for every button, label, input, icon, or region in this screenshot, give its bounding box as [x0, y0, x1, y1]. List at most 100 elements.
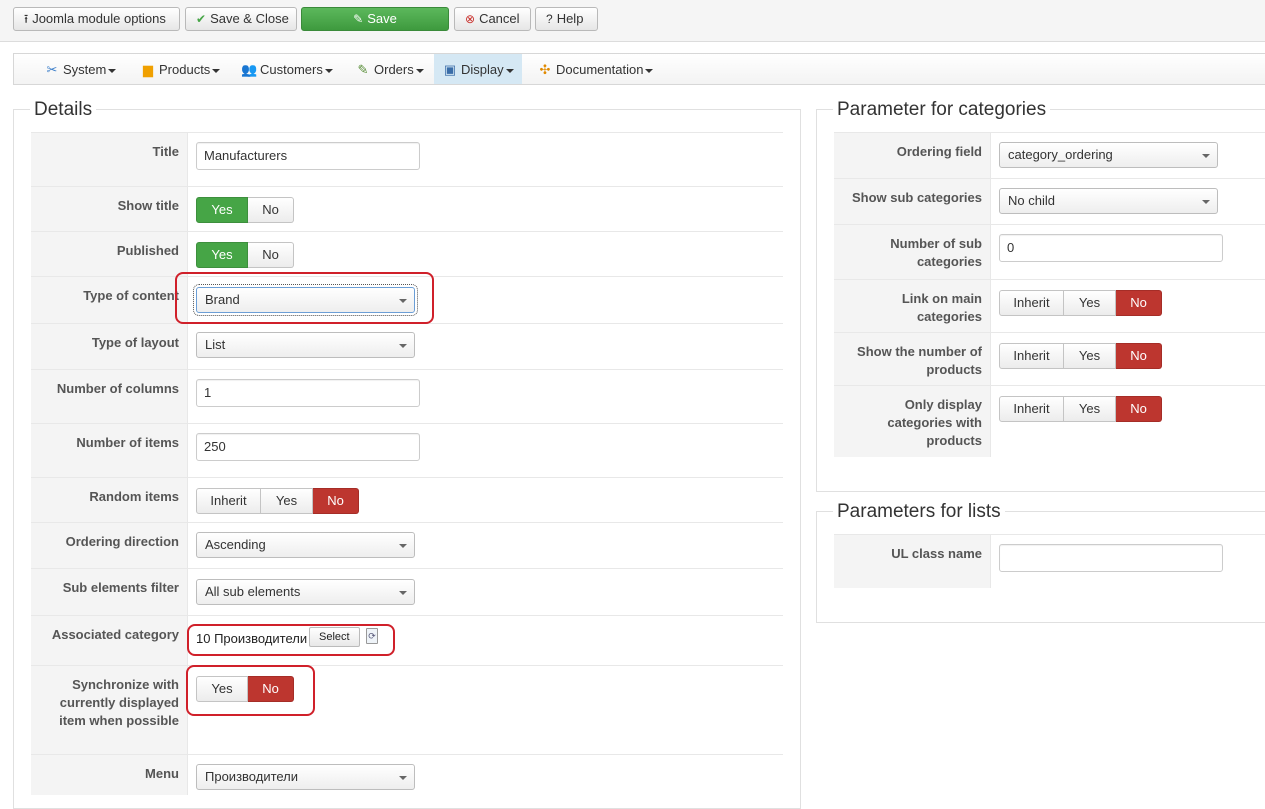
show-title-toggle: Yes No: [196, 197, 294, 223]
title-input[interactable]: Manufacturers: [196, 142, 420, 170]
menu-system[interactable]: ✂ System: [36, 54, 124, 84]
num-sub-input[interactable]: 0: [999, 234, 1223, 262]
num-items-label: Number of items: [76, 435, 179, 450]
link-main-label: Link on main categories: [901, 291, 982, 324]
dropdown-arrow-icon: [399, 544, 407, 548]
check-icon: ✔: [196, 12, 207, 26]
highlight-assoc-category: [187, 624, 395, 656]
row-title: Title Manufacturers: [31, 132, 783, 186]
published-toggle: Yes No: [196, 242, 294, 268]
save-button[interactable]: ✎ Save: [301, 7, 449, 31]
box-icon: ▆: [143, 62, 153, 77]
show-title-no[interactable]: No: [248, 197, 294, 223]
menu-orders[interactable]: ✎ Orders: [347, 54, 432, 84]
ordering-field-select[interactable]: category_ordering: [999, 142, 1218, 168]
caret-down-icon: [645, 68, 654, 73]
highlight-synchronize: [186, 665, 315, 716]
row-random-items: Random items Inherit Yes No: [31, 477, 783, 522]
num-sub-label: Number of sub categories: [890, 236, 982, 269]
save-close-button[interactable]: ✔ Save & Close: [185, 7, 297, 31]
dropdown-arrow-icon: [399, 344, 407, 348]
menu-bar: ✂ System ▆ Products 👥 Customers ✎ Orders ▣ Di…: [13, 53, 1265, 85]
row-num-items: Number of items 250: [31, 423, 783, 477]
link-main-inherit[interactable]: Inherit: [999, 290, 1064, 316]
published-label: Published: [116, 243, 179, 258]
num-items-input[interactable]: 250: [196, 433, 420, 461]
random-items-toggle: Inherit Yes No: [196, 488, 359, 514]
title-label: Title: [152, 144, 180, 159]
random-items-no[interactable]: No: [313, 488, 359, 514]
ul-class-input[interactable]: [999, 544, 1223, 572]
categories-legend: Parameter for categories: [833, 98, 1051, 122]
show-number-label: Show the number of products: [857, 344, 982, 377]
tools-icon: ✂: [46, 62, 58, 77]
lists-rows: UL class name: [834, 534, 1265, 588]
highlight-type-content: [175, 272, 434, 324]
link-main-toggle: Inherit Yes No: [999, 290, 1162, 316]
row-show-number: Show the number of products Inherit Yes …: [834, 332, 1265, 385]
ordering-direction-label: Ordering direction: [65, 534, 179, 549]
help-button[interactable]: ? Help: [535, 7, 598, 31]
menu-documentation[interactable]: ✣ Documentation: [529, 54, 661, 84]
row-assoc-category: Associated category 10 Производители Sel…: [31, 615, 783, 665]
details-legend: Details: [30, 98, 97, 122]
random-items-inherit[interactable]: Inherit: [196, 488, 261, 514]
module-options-button[interactable]: ⭱ Joomla module options: [13, 7, 180, 31]
link-main-no[interactable]: No: [1116, 290, 1162, 316]
lists-legend: Parameters for lists: [833, 500, 1005, 524]
assoc-category-label: Associated category: [51, 627, 179, 642]
row-ordering-field: Ordering field category_ordering: [834, 132, 1265, 179]
window-icon: ▣: [443, 62, 457, 77]
row-num-sub: Number of sub categories 0: [834, 224, 1265, 279]
row-num-columns: Number of columns 1: [31, 369, 783, 423]
type-layout-select[interactable]: List: [196, 332, 415, 358]
cancel-button[interactable]: ⊗ Cancel: [454, 7, 531, 31]
random-items-yes[interactable]: Yes: [261, 488, 313, 514]
caret-down-icon: [415, 68, 424, 73]
menu-products[interactable]: ▆ Products: [132, 54, 228, 84]
type-layout-label: Type of layout: [91, 335, 179, 350]
row-ul-class: UL class name: [834, 534, 1265, 588]
row-show-title: Show title Yes No: [31, 186, 783, 231]
random-items-label: Random items: [89, 489, 179, 504]
menu-customers[interactable]: 👥 Customers: [233, 54, 341, 84]
row-show-sub: Show sub categories No child: [834, 178, 1265, 224]
num-columns-input[interactable]: 1: [196, 379, 420, 407]
row-link-main: Link on main categories Inherit Yes No: [834, 279, 1265, 332]
dropdown-arrow-icon: [399, 776, 407, 780]
dropdown-arrow-icon: [1202, 154, 1210, 158]
row-published: Published Yes No: [31, 231, 783, 276]
categories-rows: Ordering field category_ordering Show su…: [834, 132, 1265, 457]
row-sub-filter: Sub elements filter All sub elements: [31, 568, 783, 615]
sub-filter-label: Sub elements filter: [62, 580, 179, 595]
row-ordering-direction: Ordering direction Ascending: [31, 522, 783, 568]
show-title-label: Show title: [117, 198, 179, 213]
show-number-yes[interactable]: Yes: [1064, 343, 1116, 369]
only-display-inherit[interactable]: Inherit: [999, 396, 1064, 422]
caret-down-icon: [324, 68, 333, 73]
show-title-yes[interactable]: Yes: [196, 197, 248, 223]
only-display-label: Only display categories with products: [887, 397, 982, 448]
dropdown-arrow-icon: [1202, 200, 1210, 204]
toolbar: ⭱ Joomla module options ✔ Save & Close ✎ Sa…: [0, 0, 1265, 42]
link-main-yes[interactable]: Yes: [1064, 290, 1116, 316]
ordering-direction-select[interactable]: Ascending: [196, 532, 415, 558]
edit-icon: ✎: [353, 12, 364, 26]
show-sub-select[interactable]: No child: [999, 188, 1218, 214]
type-content-label: Type of content: [83, 288, 179, 303]
ul-class-label: UL class name: [891, 546, 982, 561]
menu-select[interactable]: Производители: [196, 764, 415, 790]
menu-label: Menu: [145, 766, 179, 781]
only-display-no[interactable]: No: [1116, 396, 1162, 422]
menu-display[interactable]: ▣ Display: [434, 54, 522, 84]
only-display-yes[interactable]: Yes: [1064, 396, 1116, 422]
row-only-display: Only display categories with products In…: [834, 385, 1265, 457]
published-yes[interactable]: Yes: [196, 242, 248, 268]
show-number-inherit[interactable]: Inherit: [999, 343, 1064, 369]
show-number-no[interactable]: No: [1116, 343, 1162, 369]
caret-down-icon: [505, 68, 514, 73]
caret-down-icon: [108, 68, 117, 73]
sub-filter-select[interactable]: All sub elements: [196, 579, 415, 605]
clipboard-icon: ✎: [357, 62, 369, 77]
published-no[interactable]: No: [248, 242, 294, 268]
